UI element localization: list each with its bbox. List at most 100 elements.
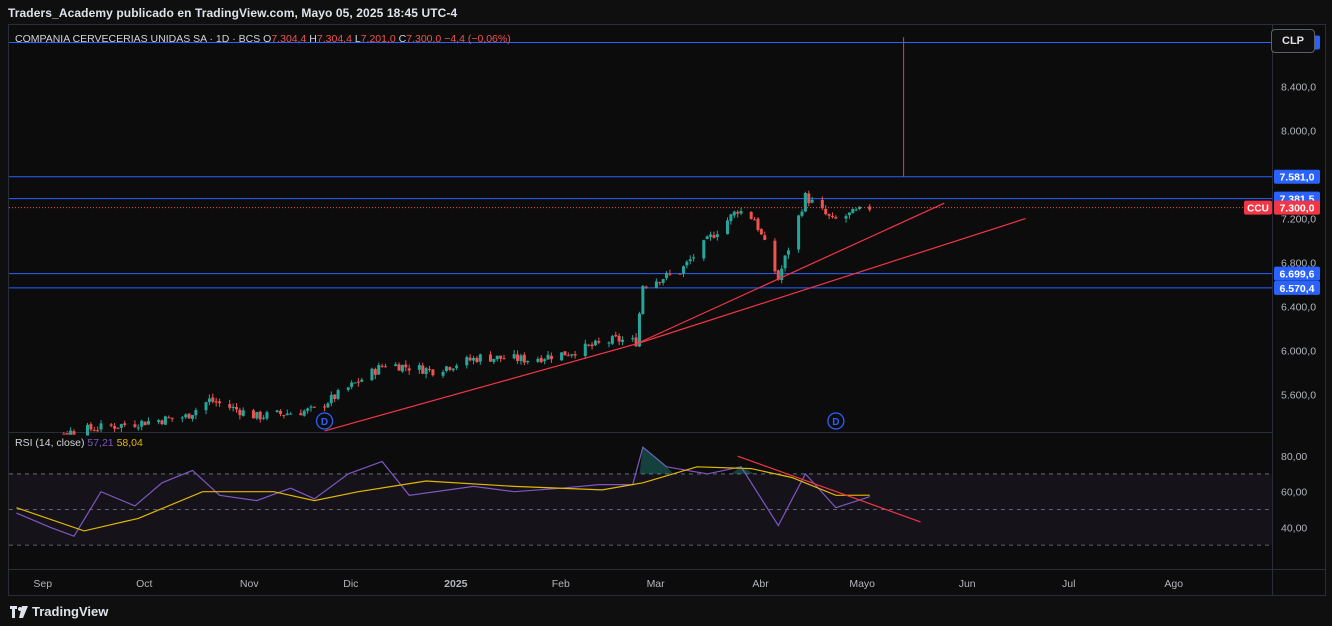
candle-body bbox=[800, 211, 804, 216]
candle-body bbox=[827, 214, 831, 216]
candle-body bbox=[194, 410, 198, 416]
candle-body bbox=[472, 357, 476, 361]
candle-body bbox=[736, 211, 740, 214]
time-axis-tick: Abr bbox=[752, 578, 769, 590]
legend-low-value: 7.201,0 bbox=[361, 33, 399, 45]
candle-body bbox=[451, 368, 455, 371]
rsi-axis-tick: 80,00 bbox=[1281, 451, 1307, 463]
candle-body bbox=[255, 412, 259, 419]
candle-body bbox=[380, 365, 384, 367]
time-axis-tick: Jun bbox=[959, 578, 976, 590]
candle-body bbox=[543, 359, 547, 362]
candle-body bbox=[89, 424, 93, 430]
candle-body bbox=[715, 234, 719, 238]
last-price-axis-label: 7.300,0 bbox=[1279, 203, 1314, 215]
candle-body bbox=[688, 259, 692, 262]
publisher-line: Traders_Academy publicado en TradingView… bbox=[8, 6, 458, 20]
candle-body bbox=[190, 414, 194, 419]
chart-svg[interactable]: D D8.400,08.000,07.200,06.800,06.400,06.0… bbox=[9, 25, 1325, 595]
candle-body bbox=[499, 355, 503, 359]
candle-body bbox=[522, 354, 526, 363]
candle-body bbox=[661, 279, 665, 283]
candle-body bbox=[180, 417, 184, 419]
dividend-marker-label: D bbox=[321, 417, 328, 428]
candle-body bbox=[265, 412, 269, 419]
price-legend: COMPANIA CERVECERIAS UNIDAS SA · 1D · BC… bbox=[15, 33, 511, 45]
candle-body bbox=[207, 398, 211, 403]
candle-body bbox=[729, 214, 733, 222]
candle-body bbox=[539, 357, 543, 363]
tradingview-icon bbox=[10, 605, 28, 618]
candle-body bbox=[763, 235, 767, 240]
candle-body bbox=[262, 417, 266, 419]
rsi-axis-tick: 40,00 bbox=[1281, 522, 1307, 534]
candle-body bbox=[665, 272, 669, 279]
candle-body bbox=[658, 282, 662, 284]
candle-body bbox=[465, 357, 469, 366]
candle-body bbox=[797, 215, 801, 250]
candle-body bbox=[238, 409, 242, 416]
candle-body bbox=[732, 211, 736, 216]
candle-body bbox=[685, 261, 689, 266]
candle-body bbox=[306, 408, 310, 411]
candle-body bbox=[566, 355, 570, 357]
candle-body bbox=[441, 371, 445, 376]
candle-body bbox=[803, 193, 807, 212]
candle-body bbox=[749, 211, 753, 219]
candle-body bbox=[614, 335, 618, 337]
candle-body bbox=[373, 369, 377, 375]
candle-body bbox=[309, 406, 313, 408]
candle-body bbox=[113, 425, 117, 429]
candle-body bbox=[847, 212, 851, 216]
candle-body bbox=[587, 344, 591, 346]
time-axis-tick: Ago bbox=[1164, 578, 1183, 590]
candle-body bbox=[424, 368, 428, 375]
candle-body bbox=[773, 240, 777, 272]
candle-body bbox=[519, 355, 523, 362]
candle-body bbox=[285, 413, 289, 416]
candle-body bbox=[275, 410, 279, 413]
legend-high-label: H bbox=[309, 33, 317, 45]
currency-button[interactable]: CLP bbox=[1271, 29, 1315, 53]
candle-body bbox=[234, 406, 238, 410]
candle-body bbox=[631, 338, 635, 340]
candle-body bbox=[109, 424, 113, 426]
candle-body bbox=[692, 257, 696, 259]
candle-body bbox=[702, 240, 706, 259]
candle-body bbox=[251, 410, 255, 419]
candle-body bbox=[448, 367, 452, 370]
legend-open-label: O bbox=[263, 33, 271, 45]
legend-close-value: 7.300,0 bbox=[406, 33, 444, 45]
legend-symbol: COMPANIA CERVECERIAS UNIDAS SA · 1D · BC… bbox=[15, 33, 263, 45]
candle-body bbox=[709, 234, 713, 237]
candle-body bbox=[62, 433, 66, 435]
candle-body bbox=[323, 406, 327, 408]
tradingview-logo[interactable]: TradingView bbox=[10, 604, 108, 619]
rsi-axis-tick: 60,00 bbox=[1281, 487, 1307, 499]
candle-body bbox=[69, 430, 73, 435]
candle-body bbox=[783, 255, 787, 269]
candle-body bbox=[759, 229, 763, 235]
time-axis-tick: Oct bbox=[136, 578, 152, 590]
candle-body bbox=[478, 354, 482, 362]
candle-body bbox=[397, 364, 401, 371]
legend-open-value: 7.304,4 bbox=[271, 33, 309, 45]
candle-body bbox=[211, 397, 215, 402]
candle-body bbox=[681, 266, 685, 274]
candle-body bbox=[214, 401, 218, 403]
candle-body bbox=[116, 427, 120, 429]
candle-body bbox=[370, 368, 374, 381]
time-axis-tick: Nov bbox=[240, 578, 259, 590]
candle-body bbox=[621, 339, 625, 342]
top-bar: Traders_Academy publicado en TradingView… bbox=[0, 0, 1332, 24]
candle-body bbox=[444, 366, 448, 371]
candle-body bbox=[593, 340, 597, 346]
candle-body bbox=[163, 416, 167, 425]
chart-frame[interactable]: D D 8.400,0 8.000,0 7.200,0 6.800,0 6.400,0 6.0… bbox=[8, 24, 1326, 596]
price-axis-tick: 8.000,0 bbox=[1281, 126, 1316, 138]
candle-body bbox=[516, 354, 520, 361]
candle-body bbox=[830, 215, 834, 217]
candle-body bbox=[394, 364, 398, 366]
candle-body bbox=[143, 421, 147, 426]
candle-body bbox=[560, 352, 564, 361]
